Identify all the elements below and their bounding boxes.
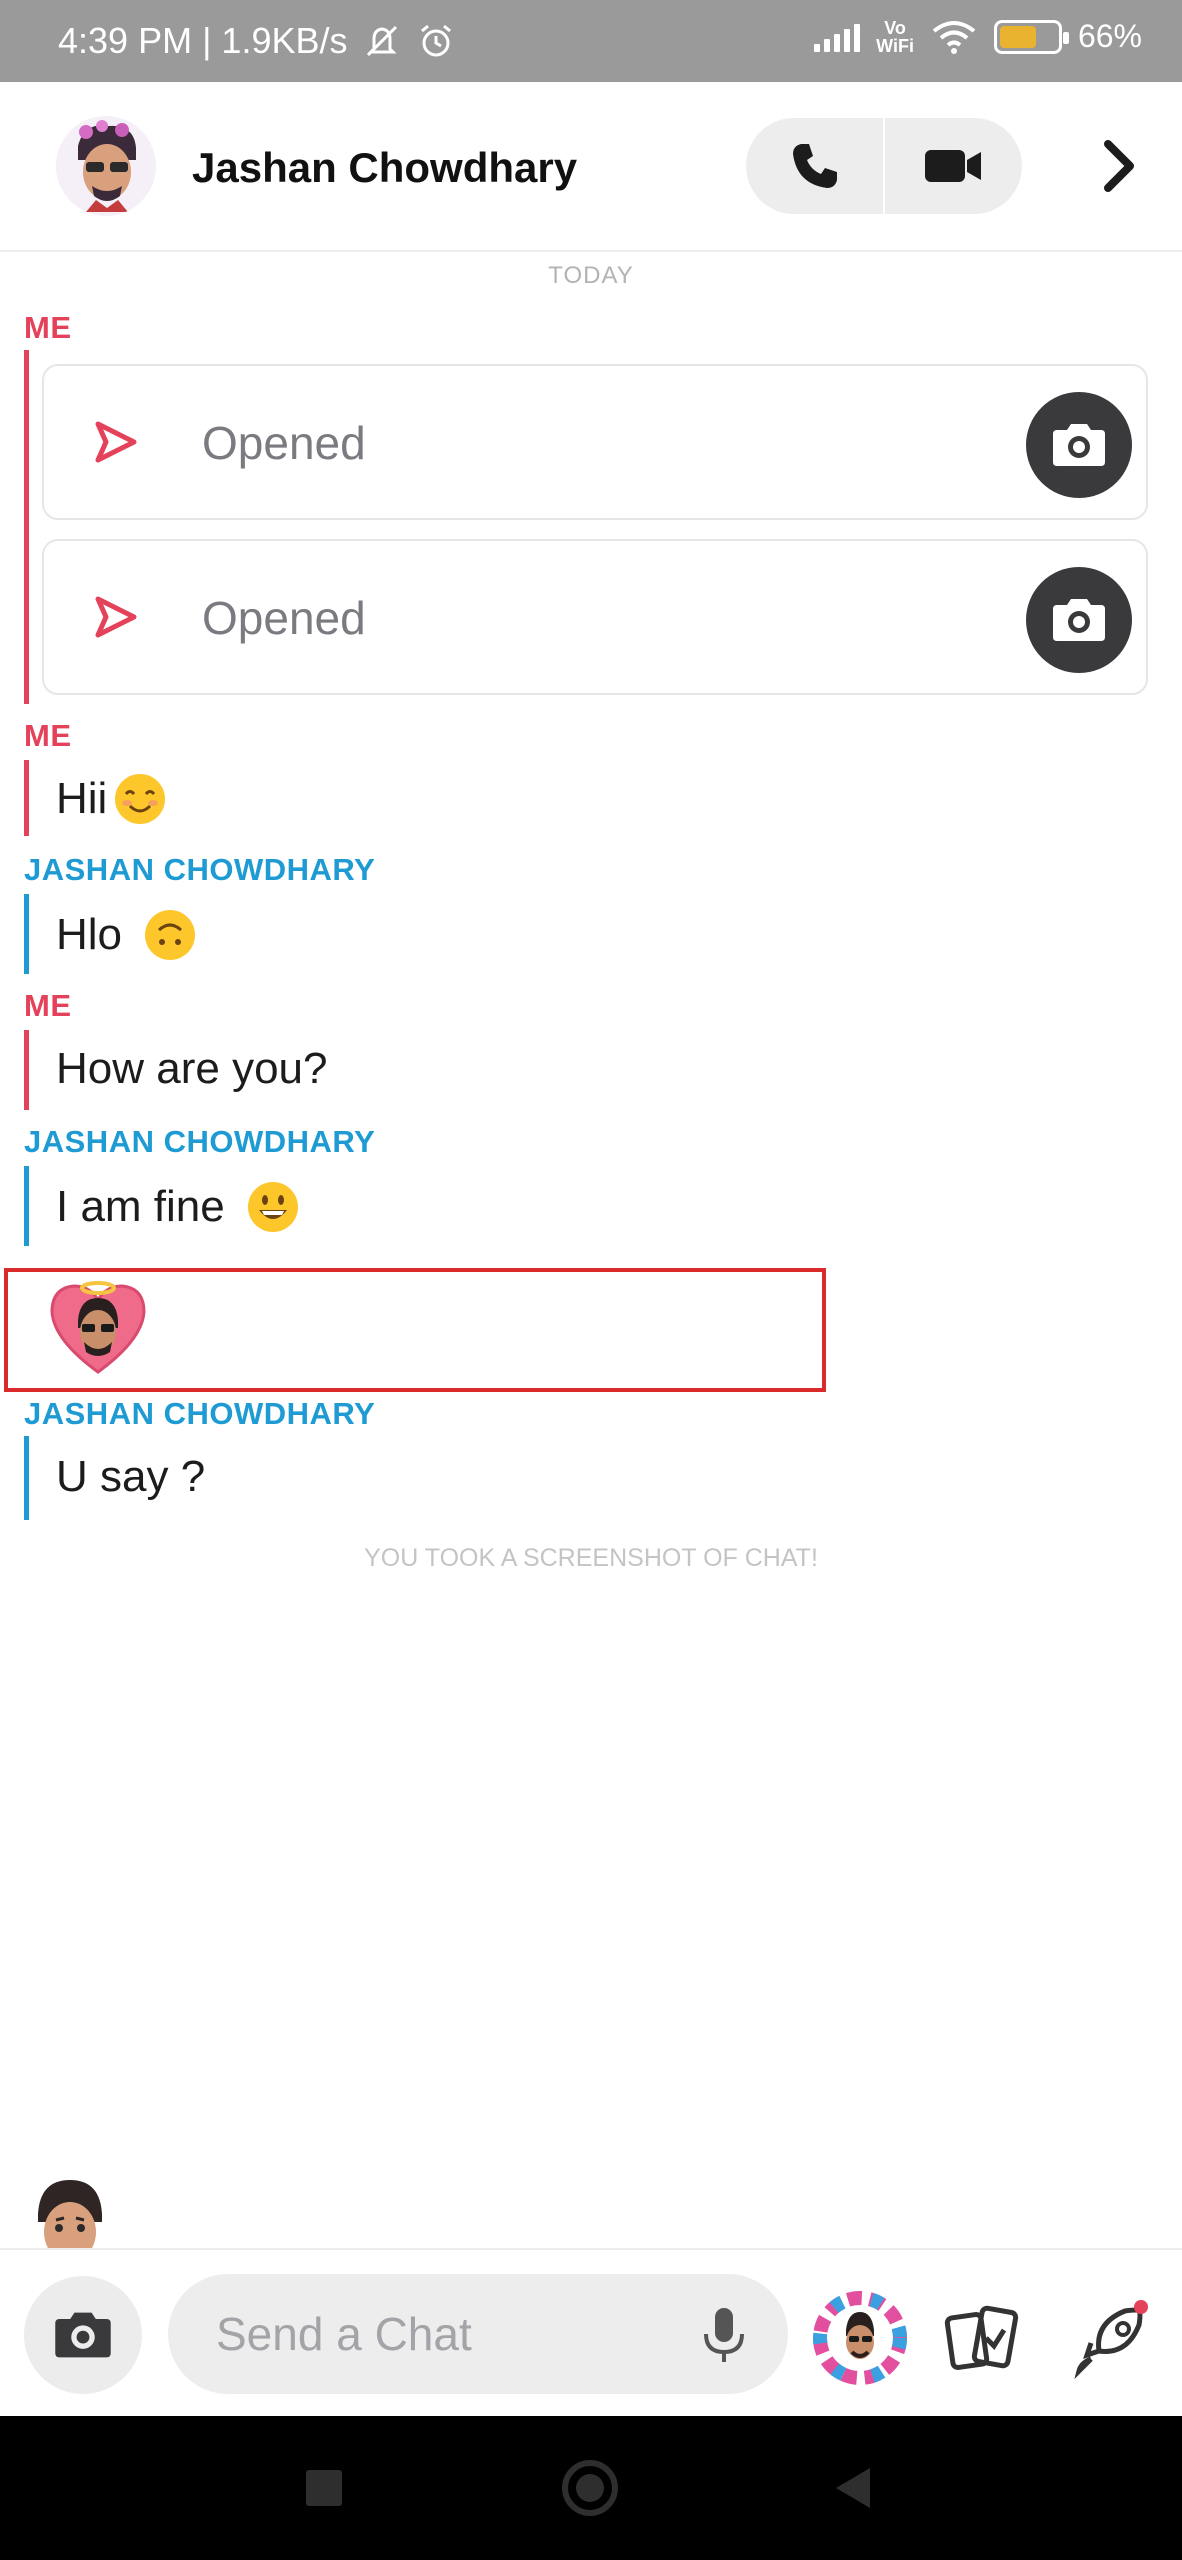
upside-down-face-emoji-icon	[145, 910, 196, 960]
chevron-right-icon	[1104, 140, 1134, 192]
camera-icon	[1053, 599, 1105, 641]
chevron-right-button[interactable]	[1090, 134, 1150, 198]
reply-camera-button[interactable]	[1026, 567, 1132, 673]
camera-icon	[1053, 424, 1105, 466]
message-text: How are you?	[56, 1044, 328, 1093]
snap-status: Opened	[202, 592, 366, 644]
sender-bar	[24, 1030, 29, 1110]
system-nav-bar	[0, 2416, 1182, 2560]
mute-icon	[366, 25, 397, 57]
chat-input[interactable]	[168, 2274, 788, 2394]
battery-icon	[993, 19, 1069, 54]
phone-icon	[792, 144, 837, 188]
home-button[interactable]	[562, 2460, 618, 2516]
signal-icon	[814, 22, 861, 52]
chat-message[interactable]: Hii	[56, 772, 167, 826]
friend-bitmoji-peek	[18, 2174, 122, 2250]
snap-status: Opened	[202, 417, 366, 469]
smiling-face-emoji-icon	[115, 774, 166, 824]
message-text: U say ?	[56, 1452, 206, 1501]
status-right: Vo WiFi 66%	[814, 18, 1142, 55]
snap-message[interactable]: Opened	[42, 364, 1148, 520]
contact-avatar[interactable]	[56, 116, 156, 216]
sender-bar	[24, 350, 29, 704]
video-camera-icon	[925, 150, 982, 182]
message-text: I am fine	[56, 1182, 225, 1231]
composer-bar	[0, 2248, 1182, 2416]
reply-camera-button[interactable]	[1026, 392, 1132, 498]
sender-label: JASHAN CHOWDHARY	[24, 1396, 376, 1431]
bitmoji-button[interactable]	[812, 2290, 908, 2386]
system-notice: YOU TOOK A SCREENSHOT OF CHAT!	[364, 1544, 818, 1572]
sender-bar	[24, 760, 29, 836]
contact-name[interactable]: Jashan Chowdhary	[192, 144, 577, 192]
status-bar: 4:39 PM | 1.9KB/s Vo WiFi 66%	[0, 0, 1182, 82]
camera-icon	[55, 2312, 111, 2358]
microphone-button[interactable]	[700, 2306, 748, 2371]
sender-label: ME	[24, 310, 72, 345]
back-button[interactable]	[836, 2468, 870, 2508]
date-separator: TODAY	[548, 262, 634, 289]
cards-icon	[944, 2305, 1019, 2370]
alarm-icon	[420, 24, 451, 57]
message-text: Hlo	[56, 910, 123, 959]
bitmoji-sticker-icon	[813, 2291, 907, 2385]
sent-arrow-icon	[95, 421, 137, 463]
chat-header: Jashan Chowdhary	[0, 82, 1182, 252]
sender-label: JASHAN CHOWDHARY	[24, 852, 376, 887]
sender-label: JASHAN CHOWDHARY	[24, 1124, 376, 1159]
battery-percent: 66%	[1077, 18, 1142, 54]
bitmoji-sticker[interactable]	[46, 1276, 150, 1380]
sender-label: ME	[24, 718, 72, 753]
sender-bar	[24, 894, 29, 974]
vowifi-label: Vo WiFi	[876, 17, 914, 56]
sent-arrow-icon	[95, 596, 137, 638]
sender-label: ME	[24, 988, 72, 1023]
chat-message[interactable]: I am fine	[56, 1180, 303, 1234]
wifi-icon	[932, 20, 976, 54]
camera-button[interactable]	[24, 2276, 142, 2394]
sender-bar	[24, 1436, 29, 1520]
microphone-icon	[704, 2308, 744, 2362]
chat-message[interactable]: Hlo	[56, 908, 200, 962]
games-rocket-button[interactable]	[1066, 2294, 1156, 2384]
heart-bitmoji-icon	[50, 1281, 146, 1374]
message-text: Hii	[56, 774, 108, 823]
video-call-button[interactable]	[885, 118, 1022, 214]
cards-button[interactable]	[940, 2298, 1024, 2382]
grinning-face-emoji-icon	[247, 1182, 298, 1232]
sender-bar	[24, 1166, 29, 1246]
call-buttons	[746, 118, 1022, 214]
bitmoji-avatar-icon	[56, 116, 156, 216]
bitmoji-peek-icon	[38, 2180, 102, 2250]
status-time-speed: 4:39 PM | 1.9KB/s	[58, 20, 348, 61]
recents-button[interactable]	[306, 2470, 342, 2506]
snap-message[interactable]: Opened	[42, 539, 1148, 695]
voice-call-button[interactable]	[746, 118, 883, 214]
rocket-icon	[1074, 2300, 1148, 2380]
chat-message[interactable]: U say ?	[56, 1452, 205, 1502]
status-left: 4:39 PM | 1.9KB/s	[58, 20, 456, 62]
chat-message[interactable]: How are you?	[56, 1044, 327, 1094]
